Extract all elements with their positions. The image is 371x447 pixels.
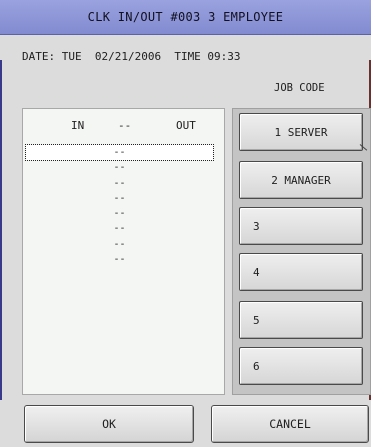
job-code-button-2[interactable]: 2 MANAGER: [239, 161, 363, 199]
punch-list-rows: -- -- -- -- -- -- -- --: [25, 143, 214, 267]
punch-list-panel[interactable]: IN -- OUT -- -- -- -- -- -- -- --: [22, 108, 225, 395]
list-item[interactable]: --: [26, 160, 213, 175]
list-item[interactable]: --: [26, 237, 213, 252]
job-code-button-5[interactable]: 5: [239, 301, 363, 339]
job-code-label: JOB CODE: [274, 82, 325, 94]
job-code-button-3[interactable]: 3: [239, 207, 363, 245]
job-code-button-6[interactable]: 6: [239, 347, 363, 385]
date-time-line: DATE: TUE 02/21/2006 TIME 09:33: [22, 50, 241, 63]
job-code-panel: 1 SERVER 2 MANAGER 3 4 5 6: [232, 108, 371, 395]
list-item[interactable]: --: [26, 176, 213, 191]
list-item[interactable]: --: [26, 221, 213, 236]
header-out: OUT: [176, 119, 196, 132]
window-edge-left: [0, 60, 2, 400]
title-bar: CLK IN/OUT #003 3 EMPLOYEE: [0, 0, 371, 35]
ok-button[interactable]: OK: [24, 405, 194, 443]
window-title: CLK IN/OUT #003 3 EMPLOYEE: [87, 10, 284, 24]
header-in: IN: [71, 119, 85, 132]
punch-list-header: IN -- OUT: [23, 119, 224, 133]
dialog-window: CLK IN/OUT #003 3 EMPLOYEE DATE: TUE 02/…: [0, 0, 371, 447]
cancel-button[interactable]: CANCEL: [211, 405, 369, 443]
list-item[interactable]: --: [26, 252, 213, 267]
job-code-button-4[interactable]: 4: [239, 253, 363, 291]
list-item[interactable]: --: [25, 143, 214, 162]
header-separator: --: [118, 119, 132, 132]
list-item[interactable]: --: [26, 206, 213, 221]
job-code-button-1[interactable]: 1 SERVER: [239, 113, 363, 151]
list-item[interactable]: --: [26, 191, 213, 206]
